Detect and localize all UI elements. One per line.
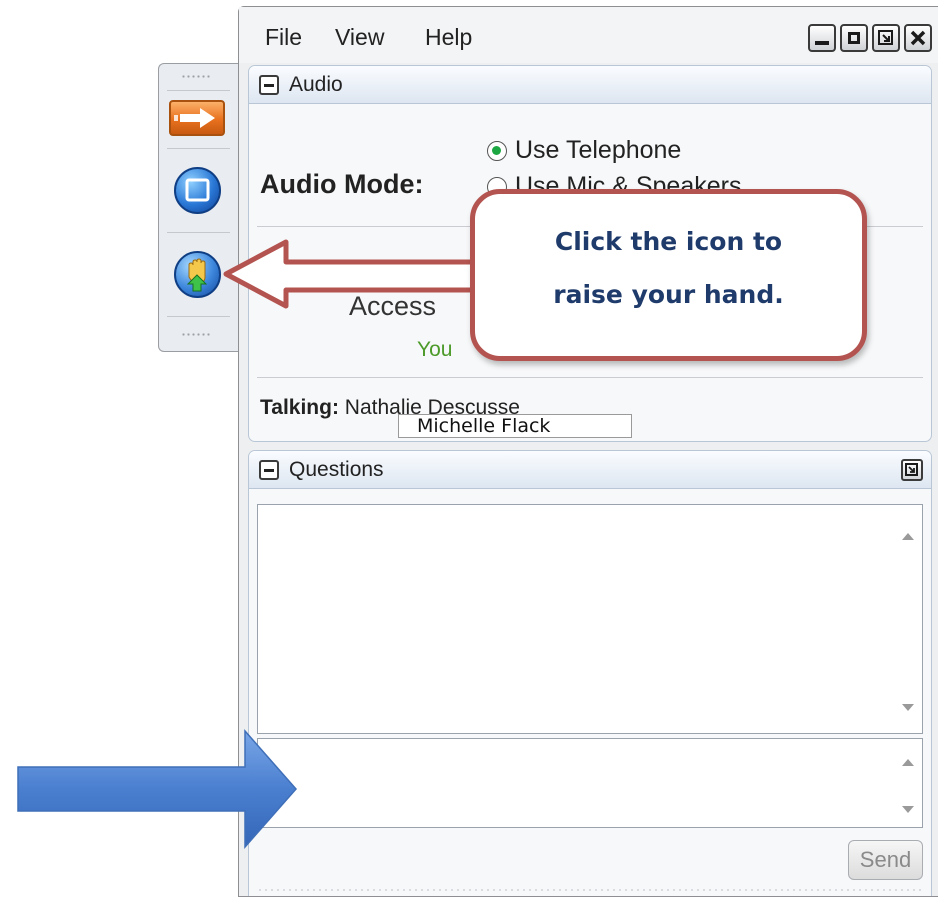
floating-toolbar — [158, 63, 238, 352]
popout-icon — [905, 463, 918, 476]
audio-panel-title: Audio — [289, 73, 343, 96]
radio-label-telephone[interactable]: Use Telephone — [515, 136, 681, 165]
close-button[interactable] — [904, 24, 932, 52]
menu-help[interactable]: Help — [425, 24, 472, 51]
divider — [257, 377, 923, 378]
audio-panel-header[interactable]: Audio — [249, 66, 931, 104]
questions-panel-header[interactable]: Questions — [249, 451, 931, 489]
toolbar-divider — [167, 232, 230, 233]
status-text: You — [417, 338, 453, 361]
menu-view[interactable]: View — [335, 24, 384, 51]
gotowebinar-control-panel: File View Help Audio Audio Mode: Use Tel… — [238, 6, 938, 897]
window-icon — [848, 32, 860, 44]
close-icon — [910, 30, 926, 46]
show-panel-button[interactable] — [169, 100, 225, 136]
audio-mode-label: Audio Mode: — [260, 169, 424, 199]
menu-bar: File View Help — [239, 7, 938, 63]
name-tag: Michelle Flack — [398, 414, 632, 438]
questions-panel-title: Questions — [289, 458, 384, 481]
callout-line-1: Click the icon to — [554, 227, 783, 256]
menu-file[interactable]: File — [265, 24, 302, 51]
scroll-up-icon[interactable] — [902, 759, 914, 766]
access-code-label: Access — [349, 291, 437, 321]
send-button[interactable]: Send — [848, 840, 923, 880]
resize-grip[interactable] — [257, 888, 923, 892]
raise-hand-icon — [186, 258, 208, 292]
talking-label: Talking: — [260, 396, 339, 419]
radio-use-telephone[interactable] — [487, 141, 507, 161]
raise-hand-button[interactable] — [174, 251, 221, 298]
popout-icon — [878, 30, 893, 45]
question-input[interactable] — [257, 738, 923, 828]
scroll-down-icon[interactable] — [902, 806, 914, 813]
arrow-right-icon — [174, 108, 215, 128]
share-window-button[interactable] — [174, 167, 221, 214]
minimize-button[interactable] — [808, 24, 836, 52]
toolbar-grip-bottom[interactable] — [181, 332, 211, 337]
scroll-down-icon[interactable] — [902, 704, 914, 711]
callout-line-2: raise your hand. — [553, 280, 784, 309]
popout-button[interactable] — [872, 24, 900, 52]
toolbar-grip-top[interactable] — [181, 74, 211, 79]
questions-panel: Questions Send — [248, 450, 932, 896]
toolbar-divider — [167, 90, 230, 91]
questions-log[interactable] — [257, 504, 923, 734]
minimize-icon — [815, 41, 829, 45]
collapse-icon[interactable] — [259, 75, 279, 95]
popout-button[interactable] — [901, 459, 923, 481]
scroll-up-icon[interactable] — [902, 533, 914, 540]
instruction-callout: Click the icon to raise your hand. — [470, 189, 867, 361]
collapse-icon[interactable] — [259, 460, 279, 480]
toolbar-divider — [167, 316, 230, 317]
toolbar-divider — [167, 148, 230, 149]
window-icon — [185, 178, 210, 202]
restore-button[interactable] — [840, 24, 868, 52]
